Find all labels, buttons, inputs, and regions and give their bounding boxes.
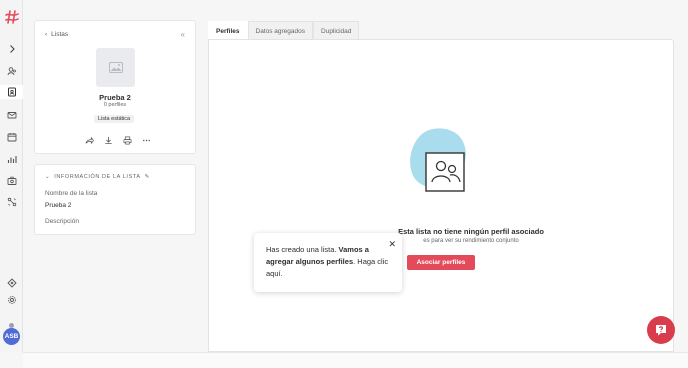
tab-bar: Perfiles Datos agregados Duplicidad	[208, 21, 360, 40]
avatar[interactable]: ASB	[3, 328, 20, 345]
list-actions	[83, 135, 152, 145]
list-name-label: Nombre de la lista	[45, 190, 98, 197]
list-info-card: ⌄ INFORMACIÓN DE LA LISTA ✎ Nombre de la…	[34, 164, 196, 235]
list-name: Prueba 2	[99, 93, 131, 102]
list-info-header[interactable]: ⌄ INFORMACIÓN DE LA LISTA ✎	[45, 174, 150, 180]
profile-count: 0 perfiles	[103, 102, 127, 108]
lists-icon[interactable]	[0, 85, 23, 99]
list-summary-card: ‹ Listas « Prueba 2 0 perfiles Lista est…	[34, 20, 196, 154]
list-type-badge: Lista estática	[94, 115, 135, 123]
help-chat-icon	[656, 325, 666, 336]
back-label: Listas	[51, 31, 69, 38]
profiles-panel: Esta lista no tiene ningún perfil asocia…	[208, 39, 674, 352]
associate-profiles-button[interactable]: Asociar perfiles	[407, 255, 475, 270]
logo-icon[interactable]	[5, 10, 19, 24]
print-icon[interactable]	[121, 135, 133, 145]
left-rail: ASB	[0, 0, 23, 352]
share-icon[interactable]	[83, 135, 95, 145]
email-icon[interactable]	[0, 108, 23, 122]
onboarding-popover[interactable]: ✕ Has creado una lista. Vamos a agregar …	[254, 233, 402, 292]
list-name-value: Prueba 2	[45, 202, 72, 209]
integrations-icon[interactable]	[0, 195, 23, 209]
calendar-icon[interactable]	[0, 130, 23, 144]
list-image-placeholder	[96, 48, 135, 87]
image-icon	[108, 62, 123, 73]
collapse-panel-icon[interactable]: «	[181, 30, 185, 39]
more-options-icon[interactable]	[140, 135, 152, 145]
close-icon[interactable]: ✕	[388, 238, 396, 250]
tab-perfiles[interactable]: Perfiles	[208, 21, 248, 40]
horizontal-scrollbar[interactable]	[23, 352, 688, 368]
settings-icon[interactable]	[0, 293, 23, 307]
chevron-left-icon: ‹	[45, 31, 48, 38]
back-to-lists-link[interactable]: ‹ Listas	[45, 31, 68, 38]
help-chat-button[interactable]	[647, 316, 675, 344]
reports-icon[interactable]	[0, 152, 23, 166]
automation-icon[interactable]	[0, 174, 23, 188]
contacts-icon[interactable]	[0, 64, 23, 78]
popover-text-start: Has creado una lista.	[266, 245, 339, 254]
tab-datos-agregados[interactable]: Datos agregados	[247, 21, 314, 40]
tab-duplicidad[interactable]: Duplicidad	[313, 21, 360, 40]
chevron-down-icon: ⌄	[45, 174, 51, 180]
chevron-right-icon[interactable]	[0, 42, 23, 56]
apps-icon[interactable]	[0, 276, 23, 290]
download-icon[interactable]	[102, 135, 114, 145]
empty-profiles-illustration	[410, 128, 466, 192]
list-info-heading: INFORMACIÓN DE LA LISTA	[54, 174, 141, 180]
description-label: Descripción	[45, 218, 79, 225]
edit-pencil-icon[interactable]: ✎	[145, 174, 150, 180]
